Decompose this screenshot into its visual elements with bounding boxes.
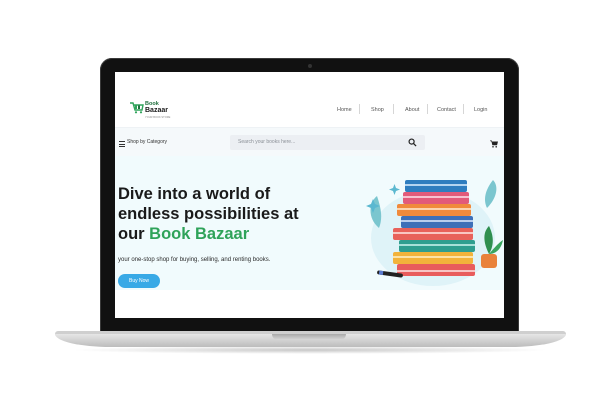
laptop-mockup: Book Bazaar YOUR BOOK STORE Home Shop Ab… [0, 0, 612, 408]
laptop-screen: Book Bazaar YOUR BOOK STORE Home Shop Ab… [115, 72, 504, 318]
search-placeholder: Search your books here... [238, 139, 296, 145]
nav-divider [393, 104, 394, 114]
site-logo[interactable]: Book Bazaar YOUR BOOK STORE [130, 100, 190, 122]
hero-section: Dive into a world of endless possibiliti… [115, 156, 504, 290]
logo-tagline: YOUR BOOK STORE [145, 116, 171, 119]
buy-now-button[interactable]: Buy Now [118, 274, 160, 288]
search-icon[interactable] [408, 138, 417, 147]
nav-home[interactable]: Home [337, 107, 352, 113]
nav-contact[interactable]: Contact [437, 107, 456, 113]
webcam [308, 64, 312, 68]
nav-about[interactable]: About [405, 107, 419, 113]
site-header: Book Bazaar YOUR BOOK STORE Home Shop Ab… [115, 72, 504, 128]
hero-title-highlight: Book Bazaar [149, 225, 250, 243]
laptop-shadow [70, 346, 550, 354]
category-bar: Shop by Category Search your books here.… [115, 128, 504, 156]
hero-title: Dive into a world of endless possibiliti… [118, 185, 299, 243]
nav-divider [359, 104, 360, 114]
hamburger-menu-icon[interactable] [119, 141, 127, 147]
logo-line2: Bazaar [145, 107, 168, 114]
cart-logo-icon [130, 102, 144, 114]
search-input[interactable]: Search your books here... [230, 135, 425, 150]
nav-shop[interactable]: Shop [371, 107, 384, 113]
cart-icon[interactable] [490, 140, 498, 148]
hero-subtitle: your one-stop shop for buying, selling, … [118, 257, 271, 263]
shop-by-category-button[interactable]: Shop by Category [127, 139, 167, 145]
nav-login[interactable]: Login [474, 107, 487, 113]
nav-divider [463, 104, 464, 114]
laptop-notch [272, 334, 346, 340]
book-stack-illustration [366, 180, 503, 286]
nav-divider [427, 104, 428, 114]
